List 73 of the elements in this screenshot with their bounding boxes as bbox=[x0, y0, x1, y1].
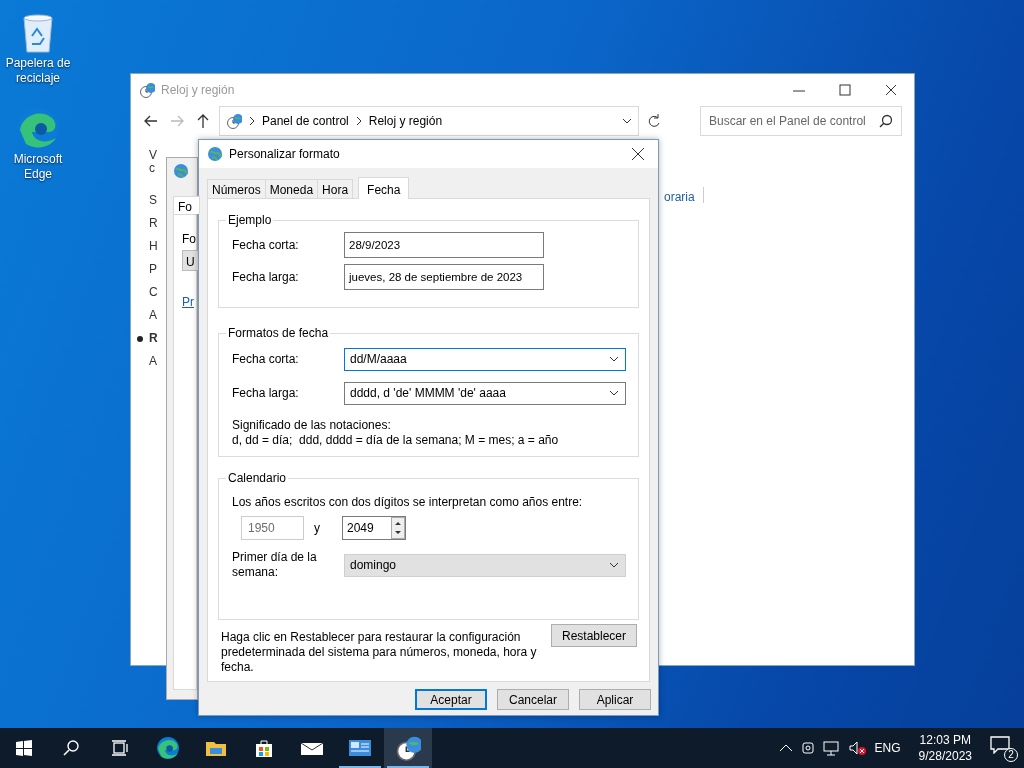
dropdown[interactable]: dd/M/aaaa bbox=[344, 347, 626, 371]
clock-globe-icon bbox=[226, 113, 242, 129]
group-label: Formatos de fecha bbox=[227, 326, 330, 340]
sidebar-link[interactable]: H bbox=[149, 235, 158, 258]
chevron-down-icon bbox=[609, 561, 619, 569]
spinner-field[interactable]: 2049 bbox=[342, 516, 406, 540]
window-title: Reloj y región bbox=[161, 82, 235, 99]
reset-button[interactable]: Restablecer bbox=[551, 624, 637, 647]
search-field[interactable]: Buscar en el Panel de control bbox=[700, 106, 902, 136]
sidebar-link[interactable]: C bbox=[149, 281, 158, 304]
spinner-arrows-icon[interactable] bbox=[391, 517, 405, 539]
tab[interactable]: Números bbox=[207, 179, 266, 198]
dropdown[interactable]: U bbox=[182, 250, 199, 271]
link-text[interactable]: oraria bbox=[664, 188, 695, 206]
notification-count: 2 bbox=[1004, 748, 1018, 762]
notes-title: Significado de las notaciones: bbox=[232, 418, 392, 433]
browser-logo-icon[interactable] bbox=[156, 736, 180, 760]
search-icon bbox=[879, 114, 893, 128]
group-label: Ejemplo bbox=[227, 213, 273, 227]
group-label: Calendario bbox=[227, 471, 288, 485]
tab[interactable]: Fecha bbox=[358, 177, 410, 199]
chevron-down-icon bbox=[609, 389, 619, 397]
dropdown[interactable]: dddd, d 'de' MMMM 'de' aaaa bbox=[344, 381, 626, 405]
sidebar-link[interactable]: P bbox=[149, 258, 157, 281]
clock-date[interactable]: 9/28/2023 bbox=[918, 748, 972, 764]
description-text: V bbox=[149, 149, 157, 162]
link-text[interactable]: Pr bbox=[182, 293, 194, 311]
description-text: Haga clic en Restablecer para restaurar la configuración predeterminada del sistema para números, moneda, hora y fecha. bbox=[221, 630, 538, 675]
globe-icon bbox=[207, 146, 223, 162]
sidebar-link[interactable]: A bbox=[149, 350, 157, 373]
chevron-down-icon bbox=[609, 355, 619, 363]
tab[interactable]: Fo bbox=[173, 196, 200, 214]
sidebar-link[interactable]: R bbox=[149, 327, 158, 350]
year-field: 1950 bbox=[241, 516, 304, 540]
dialog-button[interactable]: Aplicar bbox=[579, 689, 651, 710]
field-label: Fecha larga: bbox=[232, 385, 300, 402]
desktop-icon-label[interactable]: Papelera de reciclaje bbox=[3, 56, 73, 86]
sidebar-link[interactable]: R bbox=[149, 212, 158, 235]
field-label: Primer día de la semana: bbox=[232, 550, 318, 580]
clock-time[interactable]: 12:03 PM bbox=[918, 732, 972, 748]
dialog-button[interactable]: Aceptar bbox=[415, 689, 487, 710]
description-text: Los años escritos con dos dígitos se interpretan como años entre: bbox=[232, 495, 584, 510]
notes-text: d, dd = día; ddd, dddd = día de la semana; M = mes; a = año bbox=[232, 433, 560, 448]
field-label: Fecha corta: bbox=[232, 237, 300, 254]
field-label: Fecha larga: bbox=[232, 269, 300, 286]
windows-logo-icon[interactable] bbox=[16, 740, 32, 756]
notification-icon[interactable] bbox=[990, 736, 1010, 754]
chevron-icon bbox=[354, 116, 363, 126]
chevron-up-icon[interactable] bbox=[778, 743, 793, 753]
breadcrumb-item[interactable]: Reloj y región bbox=[368, 112, 443, 130]
sidebar-link[interactable]: S bbox=[149, 189, 157, 212]
field-label: Fo bbox=[182, 231, 196, 248]
chevron-icon bbox=[248, 116, 256, 126]
sidebar-link[interactable]: A bbox=[149, 304, 157, 327]
network-icon[interactable] bbox=[822, 740, 841, 756]
globe-icon bbox=[173, 163, 189, 179]
desktop-icon-label[interactable]: Microsoft Edge bbox=[3, 152, 73, 182]
dialog-title: Personalizar formato bbox=[229, 146, 340, 163]
clock-globe-icon[interactable] bbox=[395, 735, 421, 761]
dialog-button[interactable]: Cancelar bbox=[497, 689, 569, 710]
task-view-icon[interactable] bbox=[111, 740, 129, 756]
language-indicator[interactable]: ENG bbox=[874, 739, 901, 757]
conjunction-text: y bbox=[314, 520, 320, 537]
tab[interactable]: Hora bbox=[317, 179, 354, 198]
breadcrumb-item[interactable]: Panel de control bbox=[262, 112, 349, 130]
dropdown-caret-icon[interactable] bbox=[622, 116, 632, 126]
field-label: Fecha corta: bbox=[232, 351, 300, 368]
camera-icon[interactable] bbox=[800, 740, 815, 756]
dropdown[interactable]: domingo bbox=[344, 553, 626, 577]
clock-globe-icon bbox=[139, 82, 155, 98]
speaker-muted-icon[interactable] bbox=[848, 740, 867, 756]
search-icon[interactable] bbox=[63, 739, 81, 757]
description-text: c bbox=[149, 162, 155, 175]
